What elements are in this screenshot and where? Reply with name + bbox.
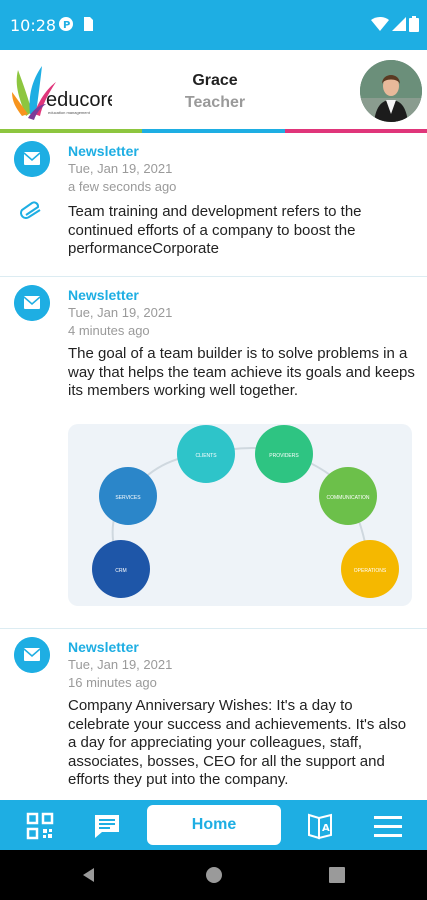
diagram-node-operations: OPERATIONS (341, 540, 399, 598)
wifi-icon (371, 17, 389, 31)
recents-icon[interactable] (329, 867, 345, 883)
post-title: Newsletter (68, 639, 139, 655)
svg-text:PROVIDERS: PROVIDERS (269, 453, 299, 459)
diagram-node-providers: PROVIDERS (255, 425, 313, 483)
post-date: Tue, Jan 19, 2021 (68, 305, 173, 320)
battery-icon (409, 16, 419, 32)
svg-text:CRM: CRM (115, 568, 126, 574)
post-time-ago: 4 minutes ago (68, 323, 150, 338)
svg-text:COMMUNICATION: COMMUNICATION (327, 495, 370, 501)
newsletter-post[interactable]: Newsletter Tue, Jan 19, 2021 16 minutes … (0, 629, 427, 800)
newsletter-icon (14, 637, 50, 673)
post-title: Newsletter (68, 143, 139, 159)
chat-icon[interactable] (87, 806, 127, 846)
svg-text:SERVICES: SERVICES (115, 495, 141, 501)
attachment-icon[interactable] (18, 201, 46, 219)
post-time-ago: 16 minutes ago (68, 675, 157, 690)
diagram-node-services: SERVICES (99, 467, 157, 525)
back-icon[interactable] (80, 866, 98, 884)
svg-text:educore: educore (46, 89, 112, 111)
home-nav-icon[interactable] (205, 866, 223, 884)
team-diagram-image[interactable]: CLIENTS PROVIDERS SERVICES COMMUNICATION… (68, 424, 412, 606)
home-button[interactable]: Home (147, 805, 281, 845)
diagram-node-crm: CRM (92, 540, 150, 598)
post-body: Team training and development refers to … (68, 203, 362, 257)
menu-icon[interactable] (368, 806, 408, 846)
app-notification-icon: P (59, 17, 73, 31)
avatar[interactable] (360, 60, 422, 122)
signal-icon (392, 17, 406, 31)
status-time: 10:28 (10, 16, 57, 35)
svg-text:education management: education management (48, 110, 91, 115)
bottom-navigation: Home A (0, 800, 427, 850)
diagram-node-communication: COMMUNICATION (319, 467, 377, 525)
newsletter-post[interactable]: Newsletter Tue, Jan 19, 2021 4 minutes a… (0, 277, 427, 629)
newsletter-feed[interactable]: Newsletter Tue, Jan 19, 2021 a few secon… (0, 133, 427, 800)
post-date: Tue, Jan 19, 2021 (68, 161, 173, 176)
diagram-node-clients: CLIENTS (177, 425, 235, 483)
svg-text:P: P (63, 20, 70, 31)
qr-code-icon[interactable] (20, 806, 60, 846)
svg-text:CLIENTS: CLIENTS (195, 453, 217, 459)
sd-card-icon (84, 17, 93, 31)
post-body: Company Anniversary Wishes: It's a day t… (68, 697, 407, 788)
svg-text:A: A (322, 823, 330, 834)
translate-icon[interactable]: A (300, 806, 340, 846)
post-date: Tue, Jan 19, 2021 (68, 657, 173, 672)
newsletter-post[interactable]: Newsletter Tue, Jan 19, 2021 a few secon… (0, 133, 427, 277)
post-title: Newsletter (68, 287, 139, 303)
status-bar: 10:28 P (0, 0, 427, 50)
post-body: The goal of a team builder is to solve p… (68, 345, 415, 399)
user-role: Teacher (184, 94, 246, 111)
newsletter-icon (14, 141, 50, 177)
post-time-ago: a few seconds ago (68, 179, 177, 194)
educore-logo: educore education management (12, 64, 118, 120)
system-navigation-bar (0, 850, 427, 900)
user-name: Grace (192, 72, 238, 89)
svg-text:OPERATIONS: OPERATIONS (354, 568, 387, 574)
newsletter-icon (14, 285, 50, 321)
